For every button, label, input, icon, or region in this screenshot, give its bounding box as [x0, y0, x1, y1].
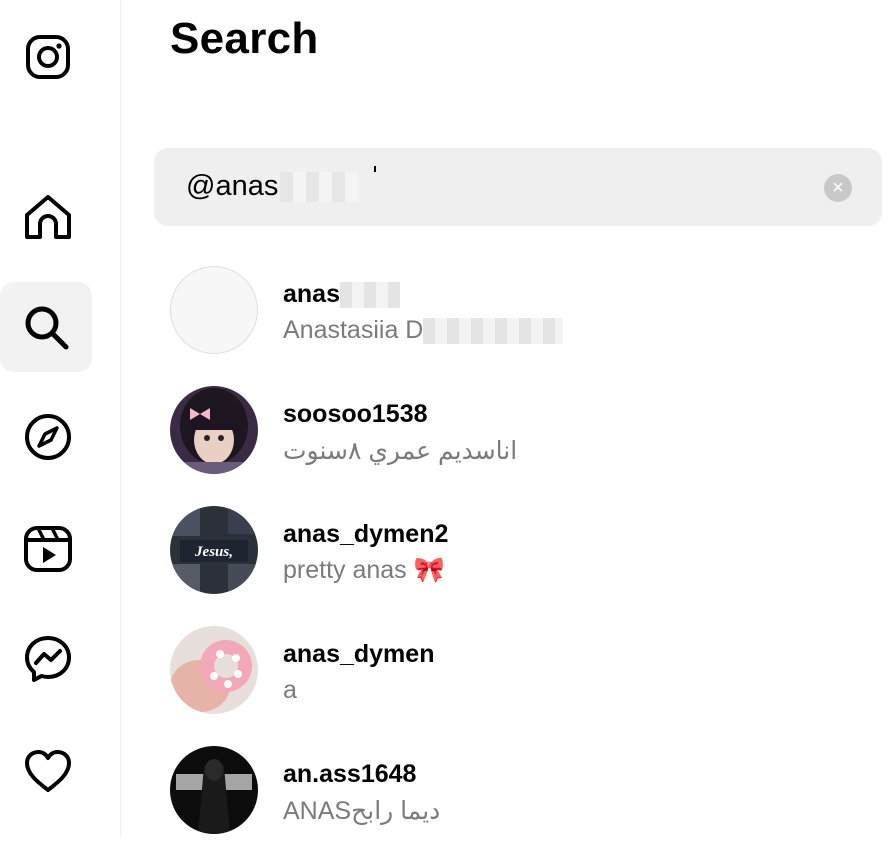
nav-reels[interactable] — [0, 504, 96, 594]
search-panel: Search @anas × anas Anastasiia D soosoo1… — [120, 0, 890, 836]
clear-search-button[interactable]: × — [824, 174, 852, 202]
redacted-block — [423, 318, 564, 345]
nav-messages[interactable] — [0, 614, 96, 704]
text-caret — [374, 166, 376, 172]
result-username[interactable]: anas_dymen — [283, 640, 434, 669]
search-results: anas Anastasiia D soosoo1538 اناسديم عمر… — [170, 266, 870, 866]
avatar — [170, 266, 258, 354]
list-item[interactable]: anas_dymen a — [170, 626, 870, 746]
search-icon — [25, 306, 69, 350]
messenger-icon — [25, 636, 71, 682]
result-fullname: ديما رابحANAS — [283, 797, 441, 825]
instagram-logo-icon[interactable] — [0, 12, 96, 102]
list-item[interactable]: an.ass1648 ديما رابحANAS — [170, 746, 870, 866]
nav-explore[interactable] — [0, 392, 96, 482]
avatar: Jesus, — [170, 506, 258, 594]
list-item[interactable]: soosoo1538 اناسديم عمري ٨سنوت — [170, 386, 870, 506]
redacted-block — [280, 172, 359, 203]
search-input-value[interactable]: @anas — [186, 170, 359, 203]
nav-rail — [0, 0, 121, 836]
result-fullname: اناسديم عمري ٨سنوت — [283, 437, 518, 465]
page-title: Search — [170, 14, 319, 63]
result-fullname: a — [283, 676, 297, 704]
ribbon-emoji-icon: 🎀 — [413, 556, 445, 584]
svg-text:Jesus,: Jesus, — [194, 544, 233, 560]
redacted-block — [339, 282, 400, 309]
list-item[interactable]: anas Anastasiia D — [170, 266, 870, 386]
search-input[interactable]: @anas × — [154, 148, 882, 226]
result-username[interactable]: an.ass1648 — [283, 760, 416, 789]
result-fullname: pretty anas 🎀 — [283, 556, 445, 584]
result-username[interactable]: anas_dymen2 — [283, 520, 448, 549]
home-icon — [25, 195, 71, 239]
avatar — [170, 386, 258, 474]
result-username[interactable]: anas — [283, 280, 400, 309]
reels-icon — [24, 526, 72, 572]
nav-search[interactable] — [0, 282, 92, 372]
avatar — [170, 746, 258, 834]
clear-circle-icon: × — [832, 177, 844, 199]
list-item[interactable]: Jesus, anas_dymen2 pretty anas 🎀 — [170, 506, 870, 626]
compass-icon — [25, 414, 71, 460]
heart-icon — [25, 750, 71, 792]
avatar — [170, 626, 258, 714]
nav-notifications[interactable] — [0, 726, 96, 816]
result-fullname: Anastasiia D — [283, 316, 564, 345]
result-username[interactable]: soosoo1538 — [283, 400, 428, 429]
nav-home[interactable] — [0, 172, 96, 262]
